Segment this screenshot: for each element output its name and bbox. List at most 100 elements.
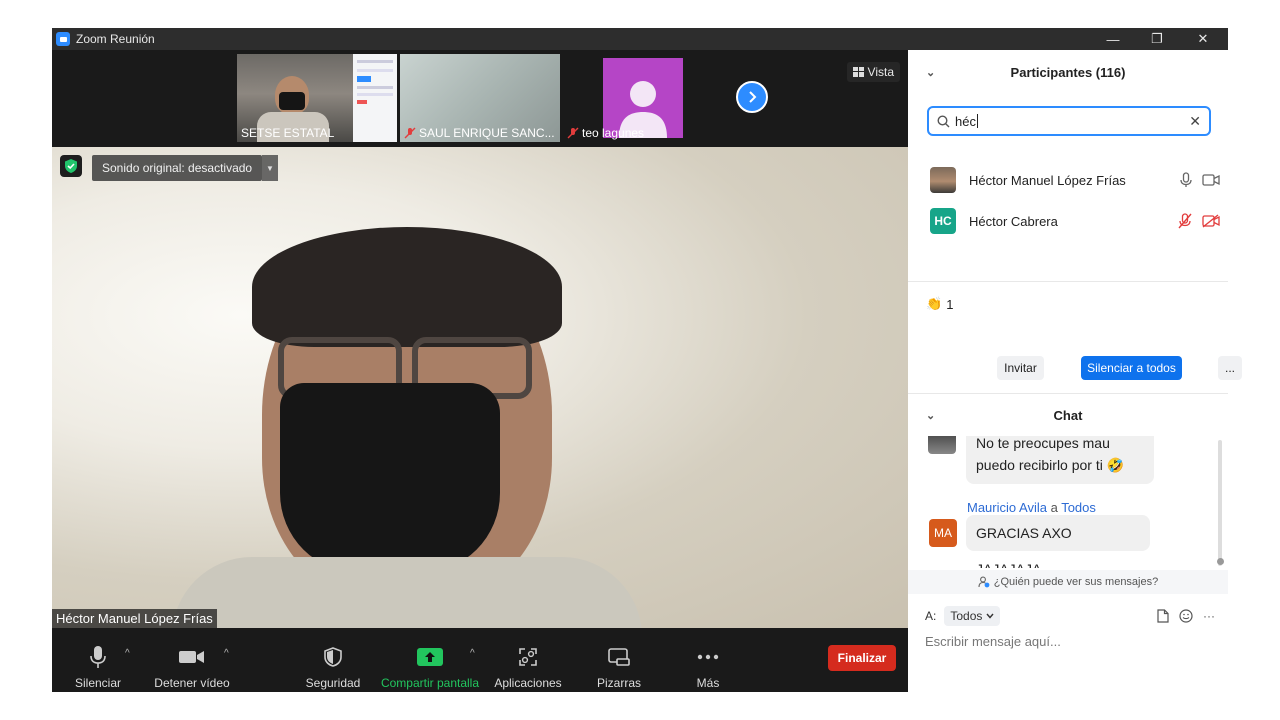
shield-icon [324, 647, 342, 667]
clear-search-icon[interactable]: ✕ [1189, 113, 1201, 130]
zoom-window: Zoom Reunión — ❐ ✕ SETSE ESTATAL SAUL EN… [52, 28, 1242, 692]
next-page-button[interactable] [736, 81, 768, 113]
thumbnail-name: teo lagunes [567, 126, 644, 140]
sender-photo-avatar [928, 436, 956, 454]
view-button[interactable]: Vista [846, 62, 900, 82]
face-mask [279, 92, 305, 110]
participant-search-input[interactable]: héc ✕ [927, 106, 1211, 136]
search-value: héc [955, 113, 976, 129]
mute-button[interactable]: Silenciar [72, 628, 124, 692]
mute-all-button[interactable]: Silenciar a todos [1081, 356, 1182, 380]
shared-screen-preview [353, 54, 397, 142]
share-screen-button[interactable]: Compartir pantalla [378, 628, 482, 692]
chevron-down-icon [986, 613, 994, 619]
video-options-caret-icon[interactable]: ^ [224, 648, 229, 659]
chat-scrollbar-thumb[interactable] [1217, 558, 1224, 565]
thumbnail-strip: SETSE ESTATAL SAUL ENRIQUE SANC... teo l… [52, 50, 908, 147]
who-can-see-messages-link[interactable]: ¿Quién puede ver sus mensajes? [908, 570, 1228, 594]
chat-messages: No te preocupes mau puedo recibirlo por … [908, 436, 1220, 568]
chat-recipient: Todos [1061, 500, 1096, 515]
chevron-right-icon [749, 91, 757, 103]
grid-view-icon [852, 67, 864, 77]
recipient-select[interactable]: Todos [944, 606, 1001, 626]
thumbnail-name: SAUL ENRIQUE SANC... [404, 126, 555, 140]
more-label: Más [696, 676, 720, 690]
chat-message-line: puedo recibirlo por ti 🤣 [976, 457, 1125, 473]
speaker-name-tag: Héctor Manuel López Frías [52, 609, 217, 628]
collapse-chevron-icon[interactable]: ⌄ [926, 409, 935, 422]
original-sound-toggle[interactable]: Sonido original: desactivado [92, 155, 263, 181]
collapse-chevron-icon[interactable]: ⌄ [926, 66, 935, 79]
whiteboard-icon [608, 648, 630, 666]
participant-row[interactable]: Héctor Manuel López Frías [930, 166, 1220, 194]
reaction-count: 1 [946, 296, 954, 312]
restore-button[interactable]: ❐ [1134, 28, 1180, 50]
thumbnail-name: SETSE ESTATAL [241, 126, 334, 140]
chat-title: Chat [1053, 407, 1083, 423]
participant-row[interactable]: HC Héctor Cabrera [930, 207, 1220, 235]
meeting-toolbar: Silenciar ^ Detener vídeo ^ Seguridad Co… [52, 628, 908, 692]
black-face-mask [280, 383, 500, 573]
audio-options-caret-icon[interactable]: ^ [125, 648, 130, 659]
file-icon[interactable] [1157, 609, 1169, 623]
participants-title: Participantes (116) [1010, 64, 1126, 80]
invite-button[interactable]: Invitar [997, 356, 1044, 380]
mic-muted-icon [404, 127, 416, 139]
reaction-summary: 👏 1 [926, 296, 953, 312]
more-button[interactable]: Más [686, 628, 730, 692]
share-screen-icon [417, 648, 443, 666]
minimize-button[interactable]: — [1090, 28, 1136, 50]
apps-button[interactable]: Aplicaciones [492, 628, 564, 692]
chat-message: GRACIAS AXO JAJAJAJA [966, 515, 1150, 568]
participant-thumbnail[interactable]: SAUL ENRIQUE SANC... [400, 54, 560, 142]
chat-message-input[interactable]: Escribir mensaje aquí... [925, 634, 1061, 649]
chat-message: No te preocupes mau puedo recibirlo por … [966, 436, 1154, 484]
chat-sender-line: Mauricio Avila a Todos [967, 500, 1096, 515]
share-screen-label: Compartir pantalla [380, 676, 480, 690]
security-label: Seguridad [305, 676, 361, 690]
thumbnail-name-text: SETSE ESTATAL [241, 126, 335, 140]
window-title: Zoom Reunión [76, 32, 155, 46]
share-options-caret-icon[interactable]: ^ [470, 648, 475, 659]
sender-initials-avatar: MA [929, 519, 957, 547]
text-cursor [976, 114, 978, 128]
chat-scrollbar[interactable] [1218, 440, 1222, 566]
side-panel: ⌄ Participantes (116) héc ✕ Héctor Manue… [908, 50, 1242, 692]
video-camera-icon [179, 651, 204, 663]
participant-thumbnail[interactable]: teo lagunes [563, 54, 723, 142]
participant-photo-avatar [930, 167, 956, 193]
microphone-icon [1180, 172, 1192, 187]
encryption-shield-icon[interactable] [60, 155, 82, 177]
original-sound-label: Sonido original: desactivado [102, 161, 253, 175]
participant-initials-avatar: HC [930, 208, 956, 234]
chat-header[interactable]: ⌄ Chat [908, 400, 1228, 430]
panel-divider [908, 393, 1228, 394]
original-sound-dropdown[interactable]: ▼ [262, 155, 278, 181]
thumbnail-name-text: teo lagunes [582, 126, 645, 140]
participant-name: Héctor Cabrera [969, 213, 1058, 229]
chat-more-options-icon[interactable]: ··· [1203, 609, 1215, 623]
participant-thumbnail[interactable]: SETSE ESTATAL [237, 54, 397, 142]
chat-sender-name[interactable]: Mauricio Avila [967, 500, 1047, 515]
video-area: SETSE ESTATAL SAUL ENRIQUE SANC... teo l… [52, 50, 908, 692]
thumbnail-name-text: SAUL ENRIQUE SANC... [419, 126, 555, 140]
mute-label: Silenciar [74, 676, 122, 690]
main-speaker-video: Sonido original: desactivado ▼ Héctor Ma… [52, 147, 908, 628]
apps-label: Aplicaciones [494, 676, 562, 690]
whiteboards-label: Pizarras [596, 676, 641, 690]
more-dots-icon [697, 654, 719, 660]
end-meeting-button[interactable]: Finalizar [828, 645, 896, 671]
chat-to-word: a [1046, 500, 1062, 515]
security-button[interactable]: Seguridad [302, 628, 364, 692]
whiteboards-button[interactable]: Pizarras [590, 628, 648, 692]
close-window-button[interactable]: ✕ [1180, 28, 1226, 50]
view-button-label: Vista [867, 65, 894, 79]
clapping-hands-icon: 👏 [926, 296, 943, 311]
panel-divider [908, 281, 1228, 282]
more-participant-options-button[interactable]: ... [1218, 356, 1242, 380]
recipient-select-value: Todos [950, 609, 983, 623]
participants-header[interactable]: ⌄ Participantes (116) [908, 50, 1228, 94]
stop-video-button[interactable]: Detener vídeo [152, 628, 232, 692]
speaker-shirt [172, 557, 642, 628]
emoji-icon[interactable] [1179, 609, 1193, 623]
